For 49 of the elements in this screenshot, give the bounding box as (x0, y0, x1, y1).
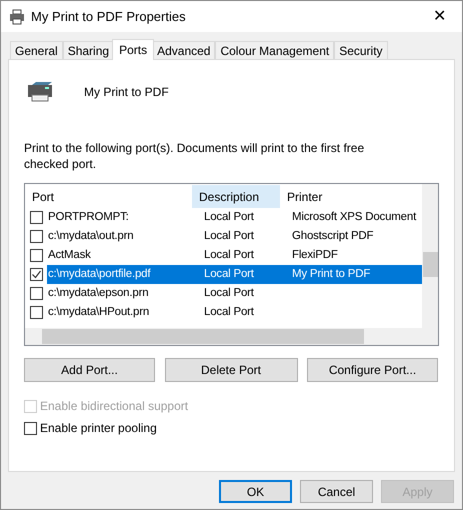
printer-icon (9, 8, 25, 24)
table-cell-text: Local Port (203, 228, 255, 244)
tab[interactable]: Sharing (62, 41, 114, 59)
table-row[interactable]: c:\mydata\HPout.prn Local Port (47, 303, 425, 322)
table-row[interactable]: c:\mydata\epson.prn Local Port (47, 284, 425, 303)
table-row[interactable]: ActMask Local Port FlexiPDF (47, 246, 425, 265)
tab[interactable]: Ports (112, 39, 154, 60)
checkbox[interactable] (30, 211, 43, 224)
tab[interactable]: Security (334, 41, 388, 59)
dialog-button[interactable]: OK (219, 480, 292, 503)
checkbox[interactable] (30, 306, 43, 319)
tab[interactable]: Colour Management (215, 41, 334, 59)
table-cell-text: c:\mydata\HPout.prn (47, 304, 150, 320)
printer-name: My Print to PDF (84, 84, 169, 101)
table-cell-text: Local Port (203, 266, 255, 282)
table-row[interactable]: PORTPROMPT: Local Port Microsoft XPS Document (47, 208, 425, 227)
table-cell-text: Local Port (203, 210, 255, 225)
checkbox-label[interactable]: Enable printer pooling (40, 419, 157, 437)
table-cell-text: Local Port (203, 248, 255, 263)
instructions-text: Print to the following port(s). Documents will print to the first free checked port. (24, 140, 366, 172)
port-button[interactable]: Delete Port (164, 358, 298, 382)
horizontal-scrollbar[interactable] (25, 328, 438, 345)
table-row[interactable]: c:\mydata\portfile.pdf Local Port My Print to PDF (47, 265, 425, 284)
tab[interactable]: Advanced (152, 41, 216, 59)
table-cell-text: Microsoft XPS Document (291, 210, 418, 225)
table-cell-text: FlexiPDF (291, 248, 339, 263)
table-cell-text: PORTPROMPT: (47, 210, 130, 225)
tab[interactable]: General (10, 41, 63, 59)
table-cell-text: My Print to PDF (291, 266, 372, 282)
checkbox[interactable] (30, 249, 43, 262)
checkbox[interactable] (30, 268, 43, 281)
checkbox[interactable] (24, 422, 37, 434)
port-button[interactable]: Add Port... (24, 358, 155, 382)
table-cell-text: c:\mydata\epson.prn (47, 286, 150, 301)
table-cell-text: ActMask (47, 248, 92, 263)
vertical-scrollbar[interactable] (422, 184, 438, 328)
column-header[interactable]: Description (192, 185, 280, 208)
table-cell-text: Ghostscript PDF (291, 228, 374, 244)
dialog-button[interactable]: Cancel (300, 480, 373, 503)
table-cell-text: Local Port (203, 286, 255, 301)
close-button[interactable]: ✕ (417, 1, 462, 32)
checkbox[interactable] (30, 230, 43, 243)
table-row[interactable]: c:\mydata\out.prn Local Port Ghostscript PDF (47, 227, 425, 246)
table-cell-text: Local Port (203, 304, 255, 320)
table-cell-text: c:\mydata\portfile.pdf (47, 266, 152, 282)
checkbox[interactable] (30, 287, 43, 300)
window-title: My Print to PDF Properties (31, 8, 186, 26)
table-cell-text: c:\mydata\out.prn (47, 228, 134, 244)
port-button[interactable]: Configure Port... (307, 358, 438, 382)
